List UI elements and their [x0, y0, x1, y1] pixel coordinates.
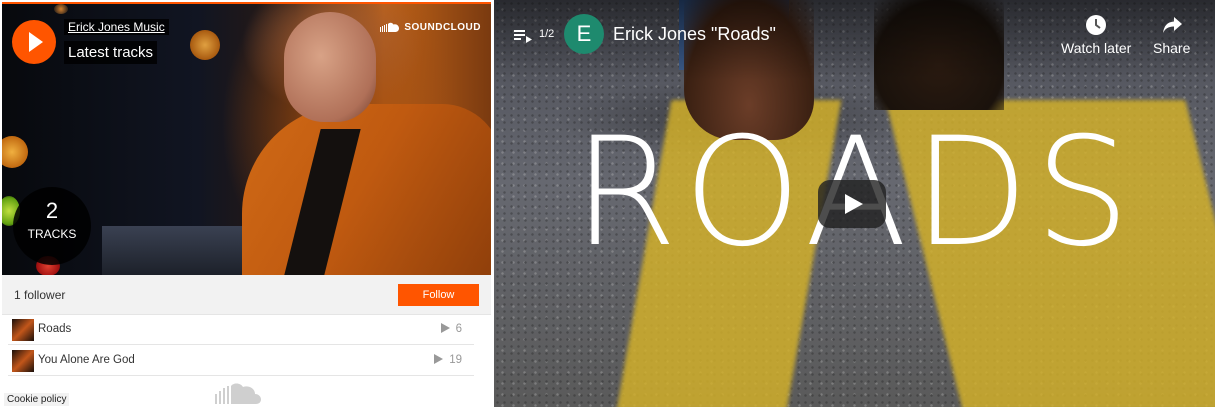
playlist-icon[interactable] [514, 27, 532, 43]
video-title-link[interactable]: Erick Jones "Roads" [613, 24, 776, 45]
track-artwork [12, 350, 34, 372]
soundcloud-widget: Erick Jones Music Latest tracks SOUNDCLO… [2, 2, 491, 408]
share-arrow-icon [1162, 17, 1182, 33]
track-row[interactable]: Roads 6 [8, 315, 474, 345]
track-artwork [12, 319, 34, 341]
soundcloud-brand-text: SOUNDCLOUD [404, 22, 481, 33]
share-button[interactable]: Share [1153, 14, 1190, 56]
watch-later-button[interactable]: Watch later [1061, 14, 1131, 56]
watch-later-label: Watch later [1061, 40, 1132, 56]
playlist-position: 1/2 [539, 28, 555, 40]
follow-button[interactable]: Follow [398, 284, 479, 306]
track-title: Roads [38, 323, 72, 335]
follower-count: 1 follower [14, 288, 66, 302]
soundcloud-watermark-icon [215, 383, 261, 404]
soundcloud-logo[interactable]: SOUNDCLOUD [380, 22, 481, 33]
track-count-badge: 2 TRACKS [13, 187, 91, 265]
track-count-number: 2 [45, 198, 59, 223]
track-count-label: TRACKS [27, 227, 77, 241]
cookie-policy-link[interactable]: Cookie policy [4, 393, 70, 406]
track-play-count: 19 [434, 354, 462, 366]
youtube-player[interactable]: ROADS 1/2 E Erick Jones "Roads" Watch la… [494, 0, 1215, 407]
widget-title: Latest tracks [64, 41, 158, 64]
follow-bar: 1 follower Follow [2, 275, 491, 315]
track-play-count: 6 [441, 323, 462, 335]
soundcloud-cloud-icon [380, 22, 400, 32]
username-link[interactable]: Erick Jones Music [64, 19, 169, 35]
track-row[interactable]: You Alone Are God 19 [8, 346, 474, 376]
play-button[interactable] [12, 20, 56, 64]
clock-icon [1086, 15, 1107, 35]
share-label: Share [1153, 40, 1191, 56]
play-video-button[interactable] [818, 180, 886, 228]
channel-avatar[interactable]: E [564, 14, 604, 54]
track-title: You Alone Are God [38, 354, 135, 366]
